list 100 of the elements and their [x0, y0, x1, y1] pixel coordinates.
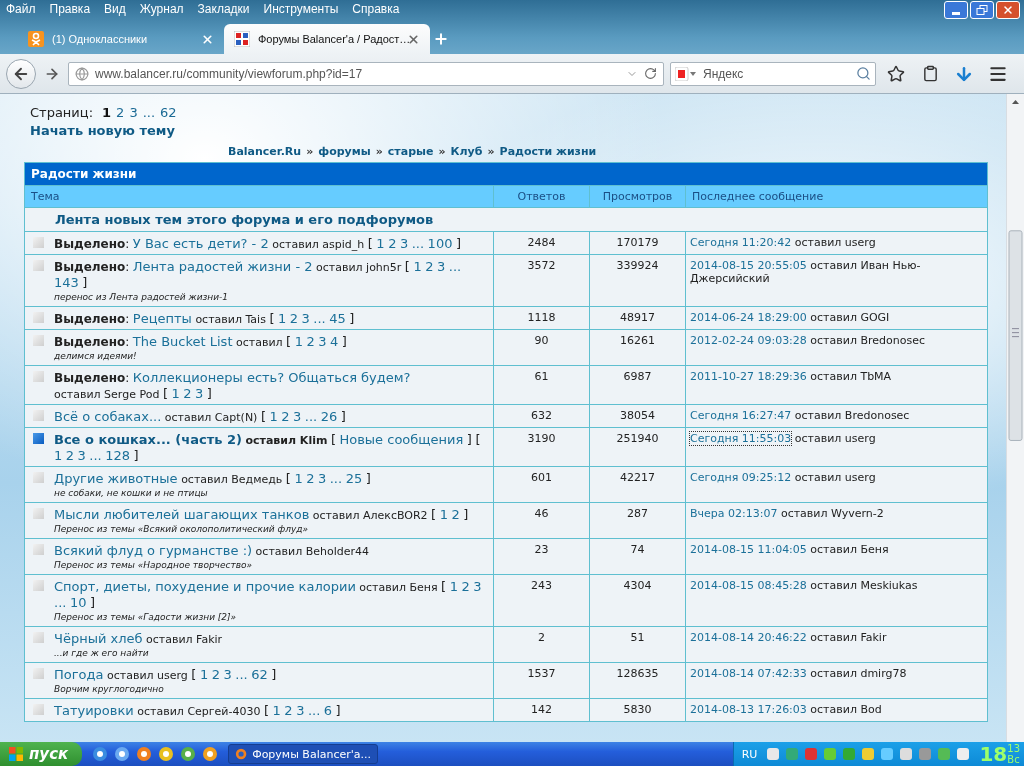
page-link[interactable]: ... — [304, 409, 318, 424]
language-indicator[interactable]: RU — [741, 747, 758, 761]
page-link[interactable]: 2 — [289, 311, 299, 326]
menu-item[interactable]: Закладки — [197, 2, 250, 16]
last-post-link[interactable]: 2014-08-14 20:46:22 — [690, 631, 807, 644]
page-link[interactable]: 1 — [277, 311, 287, 326]
page-link[interactable]: 2 — [281, 409, 290, 424]
page-link[interactable]: 100 — [427, 236, 453, 251]
browser-tab[interactable]: (1) Одноклассники — [18, 24, 224, 54]
page-link[interactable]: ... — [448, 259, 462, 274]
page-link[interactable]: 2 — [388, 236, 397, 251]
page-link[interactable]: 3 — [301, 311, 310, 326]
browser-tab[interactable]: Форумы Balancer'a / Радост… — [224, 24, 430, 54]
page-link[interactable]: 45 — [329, 311, 346, 326]
menu-item[interactable]: Вид — [104, 2, 126, 16]
last-post-link[interactable]: 2014-08-13 17:26:03 — [690, 703, 807, 716]
topic-link[interactable]: Рецепты — [132, 311, 192, 326]
page-link[interactable]: 25 — [345, 471, 363, 486]
page-link[interactable]: 1 — [272, 703, 281, 718]
page-link[interactable]: 3 — [317, 471, 327, 486]
menu-item[interactable]: Справка — [352, 2, 400, 16]
breadcrumb-link[interactable]: форумы — [318, 145, 371, 158]
breadcrumb-link[interactable]: Радости жизни — [499, 145, 597, 158]
last-post-link[interactable]: 2014-08-14 07:42:33 — [690, 667, 807, 680]
start-button[interactable]: пуск — [0, 742, 82, 766]
page-link[interactable]: 62 — [160, 105, 177, 120]
search-field[interactable]: Яндекс — [701, 65, 852, 82]
topic-link[interactable]: Все о кошках... (часть 2) — [54, 432, 242, 447]
page-link[interactable]: 3 — [195, 386, 204, 401]
page-link[interactable]: 3 — [223, 667, 232, 682]
page-link[interactable]: 1 — [171, 386, 180, 401]
page-link[interactable]: 3 — [296, 703, 305, 718]
page-link[interactable]: 2 — [451, 507, 460, 522]
page-link[interactable]: 1 — [294, 471, 303, 486]
page-link[interactable]: 1 — [102, 105, 112, 120]
page-link[interactable]: 3 — [293, 409, 302, 424]
page-link[interactable]: 1 — [413, 259, 422, 274]
last-post-link[interactable]: 2014-08-15 11:04:05 — [690, 543, 807, 556]
page-link[interactable]: 3 — [399, 236, 409, 251]
page-link[interactable]: ... — [235, 667, 248, 682]
page-link[interactable]: 2 — [306, 334, 315, 349]
topic-link[interactable]: Спорт, диеты, похудение и прочие калории — [54, 579, 356, 594]
last-post-link[interactable]: 2011-10-27 18:29:36 — [690, 370, 807, 383]
page-link[interactable]: 2 — [461, 579, 470, 594]
page-link[interactable]: ... — [89, 448, 102, 463]
last-post-link[interactable]: Вчера 02:13:07 — [690, 507, 778, 520]
menu-item[interactable]: Инструменты — [263, 2, 339, 16]
last-post-link[interactable]: Сегодня 09:25:12 — [690, 471, 792, 484]
page-link[interactable]: 2 — [306, 471, 315, 486]
page-link[interactable]: 1 — [54, 448, 63, 463]
page-link[interactable]: ... — [54, 595, 67, 610]
topic-link[interactable]: Мысли любителей шагающих танков — [54, 507, 310, 522]
search-box[interactable]: Яндекс — [670, 61, 876, 86]
page-link[interactable]: 26 — [320, 409, 338, 424]
topic-link[interactable]: У Вас есть дети? - 2 — [132, 236, 269, 251]
last-post-link[interactable]: 2014-08-15 08:45:28 — [690, 579, 807, 592]
new-posts-link[interactable]: Новые сообщения — [339, 432, 464, 447]
page-link[interactable]: 3 — [129, 105, 138, 120]
page-link[interactable]: 6 — [323, 703, 333, 718]
page-link[interactable]: 1 — [439, 507, 448, 522]
topic-link[interactable]: Другие животные — [54, 471, 178, 486]
menu-item[interactable]: Файл — [6, 2, 36, 16]
page-link[interactable]: 128 — [105, 448, 131, 463]
page-link[interactable]: ... — [411, 236, 425, 251]
topic-link[interactable]: Погода — [54, 667, 104, 682]
topic-link[interactable]: Всякий флуд о гурманстве :) — [54, 543, 253, 558]
page-link[interactable]: 3 — [318, 334, 327, 349]
topic-link[interactable]: Лента радостей жизни - 2 — [132, 259, 313, 274]
page-link[interactable]: 1 — [269, 409, 278, 424]
page-link[interactable]: 1 — [199, 667, 209, 682]
breadcrumb-link[interactable]: старые — [387, 145, 434, 158]
page-link[interactable]: 10 — [69, 595, 87, 610]
page-link[interactable]: 1 — [449, 579, 458, 594]
page-link[interactable]: 3 — [77, 448, 86, 463]
topic-link[interactable]: Чёрный хлеб — [54, 631, 143, 646]
breadcrumb-link[interactable]: Клуб — [450, 145, 483, 158]
menu-item[interactable]: Правка — [49, 2, 91, 16]
breadcrumb-link[interactable]: Balancer.Ru — [228, 145, 302, 158]
topic-link[interactable]: Всё о собаках... — [54, 409, 162, 424]
page-link[interactable]: 143 — [54, 275, 79, 290]
page-link[interactable]: 2 — [65, 448, 75, 463]
page-link[interactable]: 4 — [330, 334, 339, 349]
page-link[interactable]: 2 — [284, 703, 293, 718]
topic-link[interactable]: Коллекционеры есть? Общаться будем? — [132, 370, 411, 385]
last-post-link[interactable]: Сегодня 16:27:47 — [690, 409, 792, 422]
page-link[interactable]: 1 — [294, 334, 303, 349]
page-link[interactable]: ... — [142, 105, 156, 120]
page-link[interactable]: ... — [313, 311, 326, 326]
page-link[interactable]: 1 — [376, 236, 385, 251]
topic-link[interactable]: The Bucket List — [132, 334, 233, 349]
new-topic-link[interactable]: Начать новую тему — [30, 123, 175, 138]
last-post-link[interactable]: Сегодня 11:20:42 — [690, 236, 792, 249]
page-link[interactable]: 2 — [211, 667, 220, 682]
address-field[interactable]: www.balancer.ru/community/viewforum.php?id=17 — [68, 61, 664, 86]
last-post-link[interactable]: 2014-08-15 20:55:05 — [690, 259, 807, 272]
page-link[interactable]: 2 — [183, 386, 192, 401]
last-post-link[interactable]: 2014-06-24 18:29:00 — [690, 311, 807, 324]
menu-item[interactable]: Журнал — [139, 2, 184, 16]
topic-link[interactable]: Татуировки — [54, 703, 134, 718]
page-link[interactable]: 3 — [473, 579, 482, 594]
